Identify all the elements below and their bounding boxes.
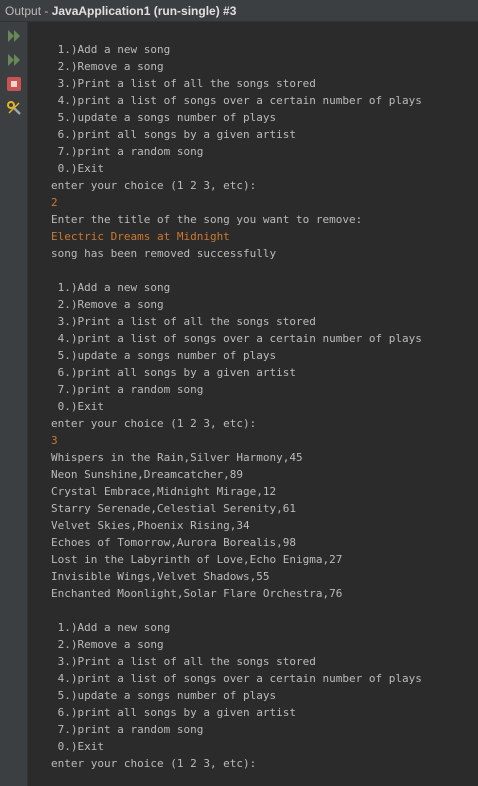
output-window-title: Output - JavaApplication1 (run-single) #…: [0, 0, 478, 22]
console-input-line: 2: [51, 196, 58, 209]
settings-icon: [7, 101, 21, 115]
console-output-line: song has been removed successfully: [51, 247, 277, 260]
console-output-line: 6.)print all songs by a given artist: [51, 366, 297, 379]
console-output-line: enter your choice (1 2 3, etc):: [51, 417, 257, 430]
output-console[interactable]: - - - 1.)Add a new song 2.)Remove a song…: [29, 23, 478, 786]
console-output-line: 6.)print all songs by a given artist: [51, 128, 297, 141]
console-output-line: 0.)Exit: [51, 740, 104, 753]
console-output-line: Crystal Embrace,Midnight Mirage,12: [51, 485, 277, 498]
console-output-line: Invisible Wings,Velvet Shadows,55: [51, 570, 270, 583]
console-output-line: 2.)Remove a song: [51, 60, 164, 73]
stop-icon: [7, 77, 21, 91]
output-toolbar: [0, 22, 28, 786]
console-output-line: 5.)update a songs number of plays: [51, 349, 277, 362]
console-output-line: 3.)Print a list of all the songs stored: [51, 77, 316, 90]
stop-button[interactable]: [4, 74, 24, 94]
title-prefix: Output -: [5, 4, 52, 18]
console-output-line: 5.)update a songs number of plays: [51, 111, 277, 124]
console-output-line: 0.)Exit: [51, 400, 104, 413]
console-output-line: Enchanted Moonlight,Solar Flare Orchestr…: [51, 587, 343, 600]
console-output-line: Lost in the Labyrinth of Love,Echo Enigm…: [51, 553, 343, 566]
console-output-line: 4.)print a list of songs over a certain …: [51, 94, 422, 107]
console-output-line: 7.)print a random song: [51, 383, 204, 396]
console-output-line: 1.)Add a new song: [51, 621, 171, 634]
rerun-with-options-button[interactable]: [4, 50, 24, 70]
settings-button[interactable]: [4, 98, 24, 118]
rerun-button[interactable]: [4, 26, 24, 46]
console-output-line: Echoes of Tomorrow,Aurora Borealis,98: [51, 536, 297, 549]
title-project: JavaApplication1 (run-single) #3: [51, 4, 237, 18]
console-output-line: Enter the title of the song you want to …: [51, 213, 363, 226]
console-partial-line: - - -: [59, 23, 92, 29]
console-output-line: 7.)print a random song: [51, 723, 204, 736]
rerun-icon: [8, 30, 20, 42]
console-output-line: 7.)print a random song: [51, 145, 204, 158]
console-output-line: 4.)print a list of songs over a certain …: [51, 672, 422, 685]
console-output-line: enter your choice (1 2 3, etc):: [51, 179, 257, 192]
console-output-line: 2.)Remove a song: [51, 298, 164, 311]
console-output-line: 5.)update a songs number of plays: [51, 689, 277, 702]
console-output-line: 1.)Add a new song: [51, 281, 171, 294]
console-output-line: 2.)Remove a song: [51, 638, 164, 651]
console-output-line: 4.)print a list of songs over a certain …: [51, 332, 422, 345]
console-output-line: 3.)Print a list of all the songs stored: [51, 315, 316, 328]
console-output-line: Whispers in the Rain,Silver Harmony,45: [51, 451, 303, 464]
console-output-line: Starry Serenade,Celestial Serenity,61: [51, 502, 297, 515]
console-output-line: 0.)Exit: [51, 162, 104, 175]
console-output-line: Velvet Skies,Phoenix Rising,34: [51, 519, 250, 532]
console-output-line: 1.)Add a new song: [51, 43, 171, 56]
console-input-line: Electric Dreams at Midnight: [51, 230, 230, 243]
rerun-with-options-icon: [8, 54, 20, 66]
console-output-line: 3.)Print a list of all the songs stored: [51, 655, 316, 668]
console-output-line: enter your choice (1 2 3, etc):: [51, 757, 257, 770]
console-output-line: 6.)print all songs by a given artist: [51, 706, 297, 719]
console-output-line: Neon Sunshine,Dreamcatcher,89: [51, 468, 244, 481]
console-input-line: 3: [51, 434, 58, 447]
